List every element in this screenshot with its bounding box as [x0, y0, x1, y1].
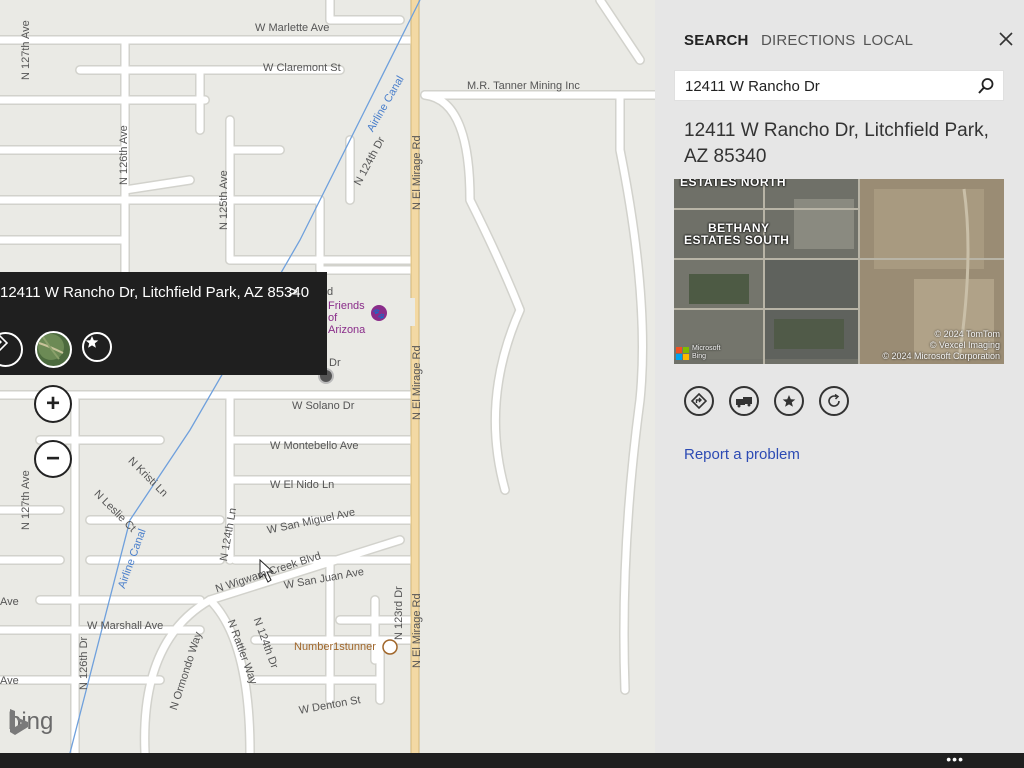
street-label: W Marshall Ave [87, 620, 164, 632]
aerial-copyright: © Vexcel Imaging [929, 340, 1000, 350]
street-label: W El Nido Ln [270, 479, 335, 491]
map-canvas[interactable]: 🐾 W Marlette Ave W Claremont St M.R. Tan… [0, 0, 655, 753]
refresh-icon[interactable] [819, 386, 849, 416]
zoom-in-icon: + [45, 390, 60, 417]
search-icon[interactable] [977, 77, 995, 100]
tab-local[interactable]: LOCAL [863, 32, 913, 49]
tab-directions[interactable]: DIRECTIONS [761, 32, 856, 49]
location-info-bubble[interactable]: 12411 W Rancho Dr, Litchfield Park, AZ 8… [0, 272, 327, 375]
aerial-label: ESTATES NORTH [680, 179, 787, 189]
street-label-el-mirage: N El Mirage Rd [411, 135, 423, 210]
street-label: N 126th Dr [78, 636, 90, 690]
tab-search[interactable]: SEARCH [684, 32, 749, 49]
zoom-out-button[interactable]: − [34, 440, 72, 478]
directions-icon[interactable] [0, 332, 23, 367]
street-label-el-mirage: N El Mirage Rd [411, 345, 423, 420]
poi-pet-store-label[interactable]: Friends of Arizona [328, 300, 376, 336]
aerial-copyright: © 2024 TomTom [934, 329, 1001, 339]
directions-icon[interactable] [684, 386, 714, 416]
aerial-thumbnail[interactable]: ESTATES NORTH BETHANY ESTATES SOUTH Micr… [674, 179, 1004, 364]
street-label: N 123rd Dr [393, 586, 405, 640]
street-label: d [327, 286, 334, 298]
zoom-out-icon: − [45, 445, 60, 472]
aerial-brand: Bing [692, 353, 707, 360]
street-label: Ave [0, 596, 19, 608]
street-label: M.R. Tanner Mining Inc [467, 80, 580, 92]
street-label: W Marlette Ave [255, 22, 330, 34]
aerial-brand: Microsoft [692, 345, 721, 352]
street-label: W Claremont St [263, 62, 341, 74]
street-label: N 127th Ave [20, 20, 32, 80]
aerial-view-icon[interactable] [35, 331, 72, 368]
add-favorite-icon[interactable] [82, 332, 112, 362]
zoom-in-button[interactable]: + [34, 385, 72, 423]
street-label: Dr [329, 357, 341, 369]
street-label: N 125th Ave [218, 170, 230, 230]
add-favorite-icon[interactable] [774, 386, 804, 416]
street-label: N 126th Ave [118, 125, 130, 185]
report-problem-link[interactable]: Report a problem [684, 446, 800, 463]
bing-b-icon [10, 709, 28, 735]
search-input[interactable] [685, 78, 965, 95]
more-options-icon[interactable]: ••• [946, 752, 964, 766]
poi-business-label[interactable]: Number1stunner [294, 641, 376, 653]
street-label: Ave [0, 675, 19, 687]
search-box[interactable] [674, 70, 1004, 101]
street-label: W Solano Dr [292, 400, 355, 412]
app-bar: ••• [0, 752, 1024, 768]
street-label-el-mirage: N El Mirage Rd [411, 593, 423, 668]
aerial-copyright: © 2024 Microsoft Corporation [882, 351, 1000, 361]
bubble-address[interactable]: 12411 W Rancho Dr, Litchfield Park, AZ 8… [0, 284, 309, 301]
aerial-label: ESTATES SOUTH [684, 233, 790, 247]
street-label: N 127th Ave [20, 470, 32, 530]
bing-logo: bing [8, 708, 53, 736]
chevron-right-icon[interactable]: > [288, 282, 298, 302]
side-panel: SEARCH DIRECTIONS LOCAL 12411 W Rancho D… [655, 0, 1024, 753]
street-label: W Montebello Ave [270, 440, 359, 452]
result-title: 12411 W Rancho Dr, Litchfield Park, AZ 8… [684, 120, 989, 167]
nearby-traffic-icon[interactable] [729, 386, 759, 416]
close-icon[interactable] [999, 30, 1013, 50]
